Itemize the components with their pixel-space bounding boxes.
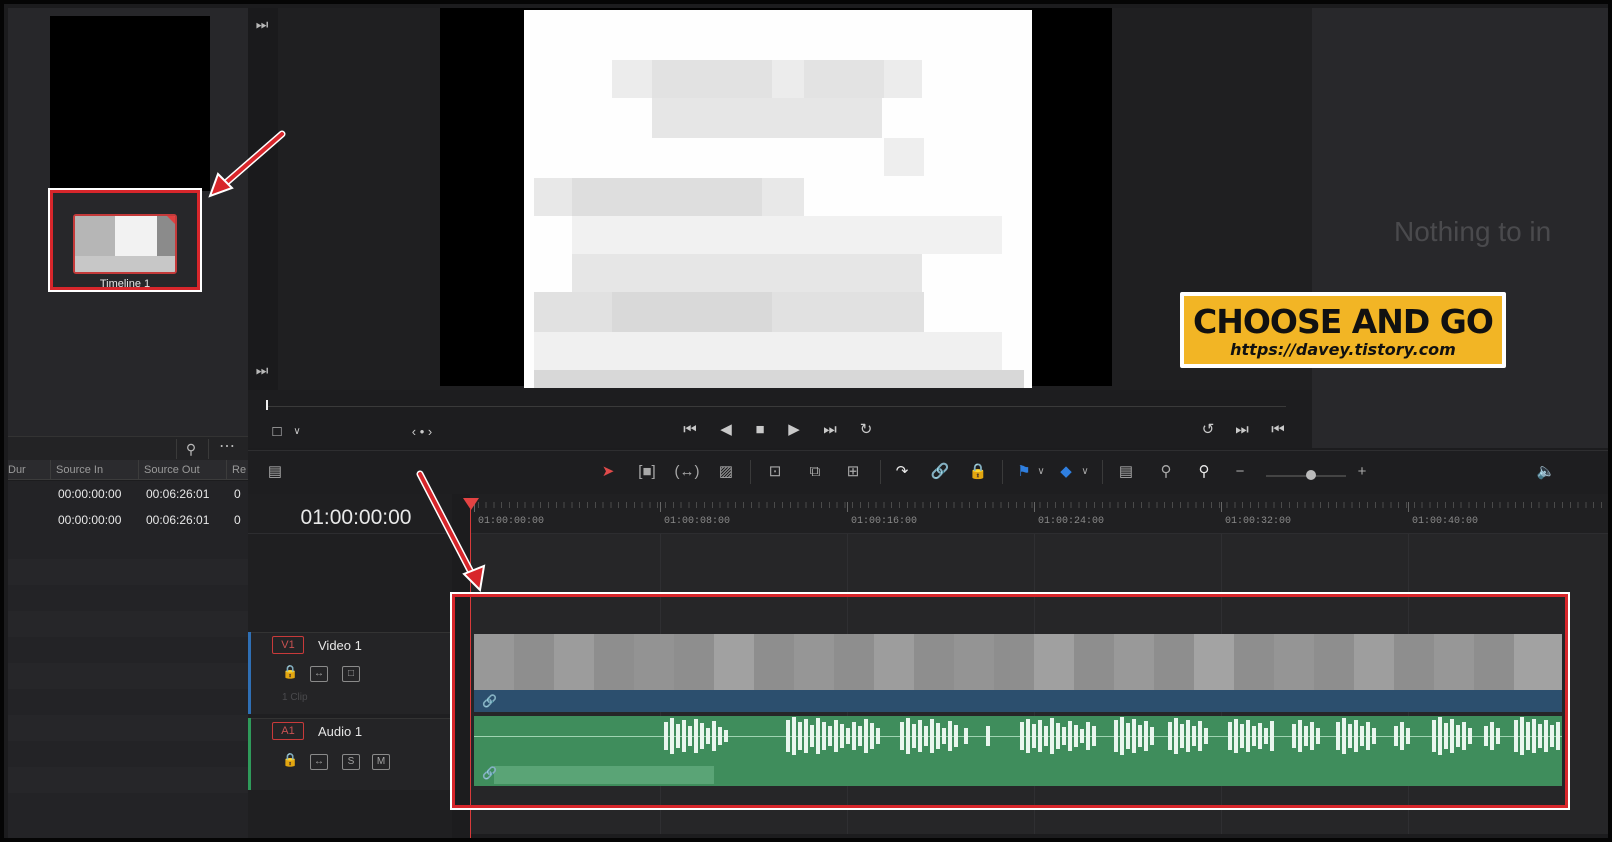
inspector-empty-message: Nothing to in	[1394, 216, 1552, 247]
ruler-label: 01:00:00:00	[478, 516, 545, 527]
playhead-marker[interactable]	[463, 498, 479, 510]
mark-out-icon[interactable]: ⏮	[1268, 420, 1288, 440]
selection-tool-icon[interactable]: ➤	[598, 462, 618, 482]
column-dur[interactable]: Dur	[8, 464, 26, 476]
go-to-start-icon[interactable]: ⏮	[678, 420, 702, 440]
match-frame-icon[interactable]: ↺	[1196, 420, 1220, 440]
column-source-in[interactable]: Source In	[56, 464, 103, 476]
list-item[interactable]: 00:00:00:00 00:06:26:01 0	[8, 507, 248, 533]
next-clip-bottom-icon[interactable]: ⏭	[252, 360, 272, 380]
column-re[interactable]: Re	[232, 464, 246, 476]
media-list-header: Dur Source In Source Out Re	[8, 460, 248, 480]
media-list: 00:00:00:00 00:06:26:01 0 00:00:00:00 00…	[8, 481, 248, 838]
ruler-label: 01:00:16:00	[851, 516, 918, 527]
marker-dropdown-icon[interactable]: ∨	[1078, 462, 1092, 482]
insert-clip-icon[interactable]: ⊡	[760, 462, 790, 482]
zoom-out-icon[interactable]: −	[1232, 462, 1248, 482]
list-item[interactable]: 00:00:00:00 00:06:26:01 0	[8, 481, 248, 507]
position-lock-icon[interactable]: 🔒	[966, 462, 990, 482]
clip-count: 1 Clip	[282, 692, 308, 703]
jog-control[interactable]: ‹ • ›	[400, 422, 444, 442]
track-tag-a1[interactable]: A1	[272, 722, 304, 740]
viewer-frame-image	[524, 10, 1032, 388]
zoom-slider-knob[interactable]	[1306, 470, 1316, 480]
track-tag-v1[interactable]: V1	[272, 636, 304, 654]
ruler-label: 01:00:32:00	[1225, 516, 1292, 527]
more-options-icon[interactable]: ⋯	[212, 437, 242, 457]
watermark-logo: CHOOSE AND GO https://davey.tistory.com	[1180, 292, 1506, 368]
column-source-out[interactable]: Source Out	[144, 464, 200, 476]
link-icon[interactable]: 🔗	[928, 462, 952, 482]
snapping-icon[interactable]: ↷	[890, 462, 914, 482]
scrubber-playhead[interactable]	[266, 400, 268, 410]
timeline-view-options-icon[interactable]: ▤	[262, 462, 288, 482]
auto-select-icon[interactable]: ↔	[310, 666, 328, 682]
replace-clip-icon[interactable]: ⊞	[838, 462, 868, 482]
chevron-down-icon[interactable]: ∨	[290, 422, 304, 442]
next-clip-icon[interactable]: ⏭	[252, 14, 272, 34]
play-reverse-icon[interactable]: ◀	[716, 420, 736, 440]
lock-icon[interactable]: 🔒	[282, 664, 298, 680]
dynamic-trim-icon[interactable]: (↔)	[672, 462, 702, 482]
disable-track-icon[interactable]: □	[342, 666, 360, 682]
zoom-full-icon[interactable]: ▤	[1112, 462, 1140, 482]
zoom-custom-icon[interactable]: ⚲	[1190, 462, 1218, 482]
scrubber-track[interactable]	[266, 406, 1286, 407]
track-name-video[interactable]: Video 1	[318, 638, 362, 653]
watermark-url: https://davey.tistory.com	[1230, 340, 1456, 359]
highlight-thumbnail	[50, 190, 200, 290]
timeline-ruler[interactable]	[470, 494, 1608, 534]
ruler-label: 01:00:40:00	[1412, 516, 1479, 527]
flag-icon[interactable]: ⚑	[1012, 462, 1036, 482]
play-icon[interactable]: ▶	[784, 420, 804, 440]
volume-icon[interactable]: 🔈	[1534, 462, 1558, 482]
source-viewer-strip: ⏭ ⏭	[248, 8, 278, 390]
go-to-end-icon[interactable]: ⏭	[818, 420, 842, 440]
ruler-label: 01:00:24:00	[1038, 516, 1105, 527]
blade-tool-icon[interactable]: ▨	[712, 462, 740, 482]
mark-in-icon[interactable]: ⏭	[1232, 420, 1252, 440]
highlight-timeline	[452, 594, 1568, 808]
overwrite-clip-icon[interactable]: ⧉	[800, 462, 830, 482]
mute-button[interactable]: M	[372, 754, 390, 770]
trim-tool-icon[interactable]: [■]	[632, 462, 662, 482]
search-icon[interactable]: ⚲	[178, 439, 204, 459]
timeline-timecode[interactable]: 01:00:00:00	[248, 506, 464, 530]
viewer-size-icon[interactable]: □	[266, 422, 288, 442]
stop-icon[interactable]: ■	[750, 420, 770, 440]
lock-icon[interactable]: 🔒	[282, 752, 298, 768]
media-pool-preview	[50, 16, 210, 191]
loop-icon[interactable]: ↻	[854, 420, 878, 440]
flag-dropdown-icon[interactable]: ∨	[1034, 462, 1048, 482]
ruler-ticks	[470, 502, 1608, 508]
marker-icon[interactable]: ◆	[1056, 462, 1076, 482]
auto-select-icon[interactable]: ↔	[310, 754, 328, 770]
media-pool-toolbar: ⚲ ⋯	[8, 436, 248, 460]
track-name-audio[interactable]: Audio 1	[318, 724, 362, 739]
solo-button[interactable]: S	[342, 754, 360, 770]
ruler-label: 01:00:08:00	[664, 516, 731, 527]
zoom-detail-icon[interactable]: ⚲	[1152, 462, 1180, 482]
zoom-in-icon[interactable]: +	[1354, 462, 1370, 482]
watermark-title: CHOOSE AND GO	[1193, 302, 1494, 341]
app-window: Timeline 1 ⚲ ⋯ Dur Source In Source Out …	[0, 0, 1612, 842]
